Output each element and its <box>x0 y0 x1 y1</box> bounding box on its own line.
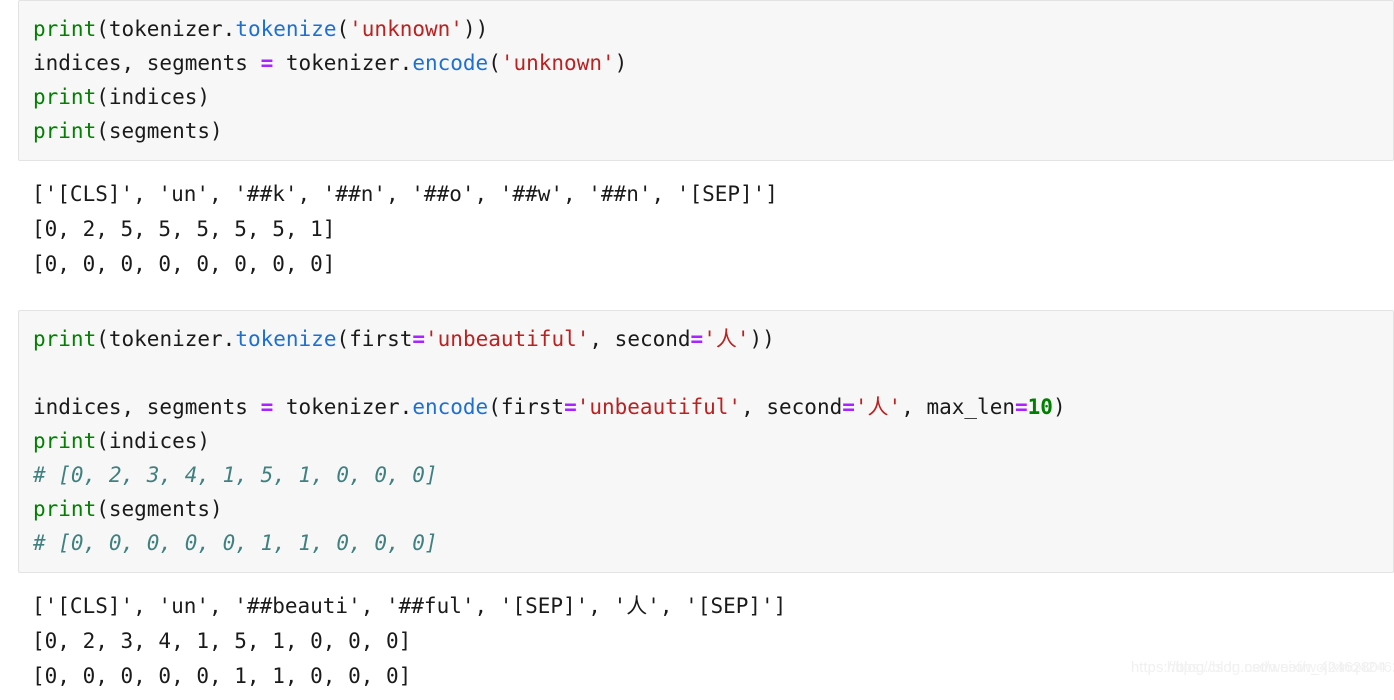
code-token: tokenizer <box>108 327 223 351</box>
code-token: tokenize <box>235 17 337 41</box>
code-token: , max_len <box>901 395 1015 419</box>
code-token: = <box>260 51 274 75</box>
code-token: tokenize <box>235 327 337 351</box>
code-token: ( <box>96 497 109 521</box>
code-token: print <box>33 85 97 109</box>
code-token: ) <box>197 85 211 109</box>
code-token: ( <box>96 429 109 453</box>
cell-2-output-row: ['[CLS]', 'un', '##beauti', '##ful', '[S… <box>0 583 1394 700</box>
code-token: = <box>412 327 426 351</box>
code-token: indices, segments <box>33 51 261 75</box>
code-cell-2[interactable]: ]: print(tokenizer.tokenize(first='unbea… <box>0 310 1394 573</box>
code-token: = <box>842 395 855 419</box>
code-token: print <box>33 119 97 143</box>
code-token: ) <box>1052 395 1066 419</box>
code-token: tokenizer <box>108 17 223 41</box>
code-token: ( <box>488 51 501 75</box>
code-token: # [0, 0, 0, 0, 0, 1, 1, 0, 0, 0] <box>33 531 438 555</box>
code-token: , second <box>741 395 843 419</box>
code-token: )) <box>749 327 775 351</box>
code-token: encode <box>412 51 489 75</box>
code-token: '人' <box>703 327 750 351</box>
code-token: = <box>1015 395 1028 419</box>
cell-1-output-area: ['[CLS]', 'un', '##k', '##n', '##o', '##… <box>18 171 1394 288</box>
code-token: )) <box>462 17 489 41</box>
code-token: ( <box>488 395 501 419</box>
cell-2-input-area[interactable]: print(tokenizer.tokenize(first='unbeauti… <box>18 310 1394 573</box>
code-token: = <box>564 395 577 419</box>
code-token: ) <box>210 497 223 521</box>
code-token: ( <box>96 119 109 143</box>
code-token: first <box>349 327 413 351</box>
cell-2-output-text: ['[CLS]', 'un', '##beauti', '##ful', '[S… <box>32 594 787 688</box>
code-token: 'unbeautiful' <box>576 395 742 419</box>
cell-1-input-area[interactable]: print(tokenizer.tokenize('unknown')) ind… <box>18 0 1394 161</box>
cell-2-source-code[interactable]: print(tokenizer.tokenize(first='unbeauti… <box>33 322 1379 560</box>
code-token: print <box>33 429 97 453</box>
code-token: . <box>399 395 413 419</box>
code-token: 10 <box>1027 395 1053 419</box>
code-token: tokenizer <box>273 395 400 419</box>
code-token: print <box>33 497 97 521</box>
code-token: ) <box>614 51 628 75</box>
cell-1-output-row: ['[CLS]', 'un', '##k', '##n', '##o', '##… <box>0 171 1394 288</box>
code-token: encode <box>412 395 489 419</box>
code-token: ( <box>336 327 350 351</box>
code-token: print <box>33 327 97 351</box>
code-token: segments <box>108 497 211 521</box>
code-token: ( <box>96 17 109 41</box>
cell-1-source-code[interactable]: print(tokenizer.tokenize('unknown')) ind… <box>33 12 1379 148</box>
code-token: segments <box>108 119 211 143</box>
code-token: ) <box>197 429 211 453</box>
code-token: ( <box>96 85 109 109</box>
code-token: . <box>222 17 236 41</box>
code-token: # [0, 2, 3, 4, 1, 5, 1, 0, 0, 0] <box>33 463 438 487</box>
cell-1-output-text: ['[CLS]', 'un', '##k', '##n', '##o', '##… <box>32 182 778 276</box>
code-token: 'unknown' <box>349 17 463 41</box>
code-token: print <box>33 17 97 41</box>
code-token: = <box>260 395 274 419</box>
code-token: ( <box>336 17 350 41</box>
code-token: 'unbeautiful' <box>425 327 590 351</box>
jupyter-notebook: ]: print(tokenizer.tokenize('unknown')) … <box>0 0 1394 700</box>
code-token: . <box>222 327 236 351</box>
code-token: indices <box>108 85 198 109</box>
code-token: indices <box>108 429 198 453</box>
code-token: . <box>399 51 413 75</box>
code-token: = <box>690 327 704 351</box>
code-token: first <box>500 395 565 419</box>
code-token: '人' <box>854 395 902 419</box>
code-token: , second <box>589 327 691 351</box>
code-cell-1[interactable]: ]: print(tokenizer.tokenize('unknown')) … <box>0 0 1394 161</box>
code-token: tokenizer <box>273 51 400 75</box>
code-token: ) <box>210 119 223 143</box>
code-token: indices, segments <box>33 395 261 419</box>
code-token: ( <box>96 327 109 351</box>
cell-2-output-area: ['[CLS]', 'un', '##beauti', '##ful', '[S… <box>18 583 1394 700</box>
code-token: 'unknown' <box>500 51 615 75</box>
